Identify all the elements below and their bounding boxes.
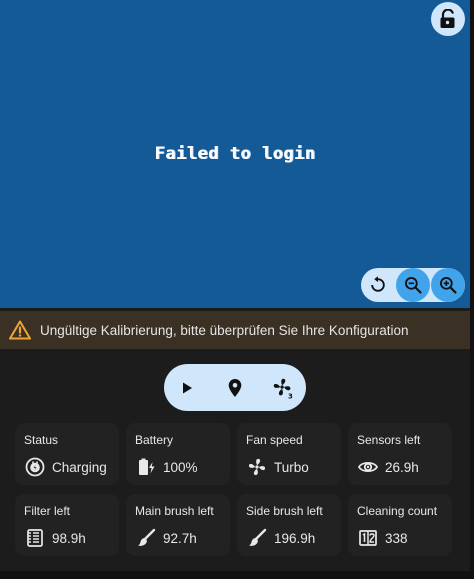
stat-value: Charging	[52, 459, 107, 475]
stat-value: 92.7h	[163, 530, 197, 546]
stat-filter-left[interactable]: Filter left 98.9h	[15, 494, 119, 556]
stat-value: 26.9h	[385, 459, 419, 475]
stat-value: 338	[385, 530, 408, 546]
brush-icon	[249, 528, 267, 546]
battery-charging-icon	[139, 458, 155, 475]
stat-label: Side brush left	[246, 504, 323, 518]
stat-fan-speed[interactable]: Fan speed Turbo	[237, 423, 341, 485]
stat-side-brush-left[interactable]: Side brush left 196.9h	[237, 494, 341, 556]
zoom-out-button[interactable]	[396, 268, 430, 302]
stat-label: Cleaning count	[357, 504, 438, 518]
lock-map-button[interactable]	[431, 2, 465, 36]
stat-main-brush-left[interactable]: Main brush left 92.7h	[126, 494, 230, 556]
vacuum-map[interactable]: Failed to login	[0, 0, 470, 308]
fan-speed-button[interactable]: 3	[260, 364, 306, 411]
stat-label: Sensors left	[357, 433, 421, 447]
calibration-warning: Ungültige Kalibrierung, bitte überprüfen…	[0, 311, 470, 349]
reset-map-button[interactable]	[361, 268, 395, 302]
start-button[interactable]	[164, 364, 210, 411]
warning-text: Ungültige Kalibrierung, bitte überprüfen…	[40, 322, 409, 338]
zoom-out-icon	[405, 277, 422, 294]
stat-label: Battery	[135, 433, 174, 447]
stat-value: 196.9h	[274, 530, 316, 546]
stat-value: 100%	[163, 459, 198, 475]
location-pin-icon	[228, 378, 242, 397]
map-zoom-controls	[361, 268, 465, 302]
warning-icon	[9, 320, 31, 340]
stat-label: Filter left	[24, 504, 71, 518]
stat-status[interactable]: Status Charging	[15, 423, 119, 485]
zoom-in-button[interactable]	[431, 268, 465, 302]
locate-button[interactable]	[212, 364, 258, 411]
play-icon	[183, 382, 192, 393]
stat-value: 98.9h	[52, 530, 86, 546]
stat-battery[interactable]: Battery 100%	[126, 423, 230, 485]
vacuum-card: Failed to login Ungültige Kalibrierung, …	[0, 0, 470, 579]
stat-label: Fan speed	[246, 433, 303, 447]
filter-icon	[27, 529, 43, 547]
stat-label: Status	[24, 433, 59, 447]
fan-speed-icon: 3	[273, 378, 293, 399]
fan-icon	[248, 458, 266, 476]
map-status-message: Failed to login	[154, 144, 316, 164]
counter-icon	[359, 530, 377, 546]
card-bottom-edge	[0, 571, 470, 579]
vacuum-controls: 3	[164, 364, 306, 411]
brush-icon	[138, 528, 156, 546]
zoom-in-icon	[440, 277, 457, 294]
stat-label: Main brush left	[135, 504, 214, 518]
stat-value: Turbo	[274, 459, 309, 475]
eye-icon	[358, 461, 378, 473]
lock-open-icon	[440, 9, 455, 28]
charging-icon	[25, 457, 45, 477]
reset-icon	[371, 276, 385, 292]
stat-sensors-left[interactable]: Sensors left 26.9h	[348, 423, 452, 485]
svg-text:3: 3	[288, 392, 293, 398]
stat-cleaning-count[interactable]: Cleaning count 338	[348, 494, 452, 556]
